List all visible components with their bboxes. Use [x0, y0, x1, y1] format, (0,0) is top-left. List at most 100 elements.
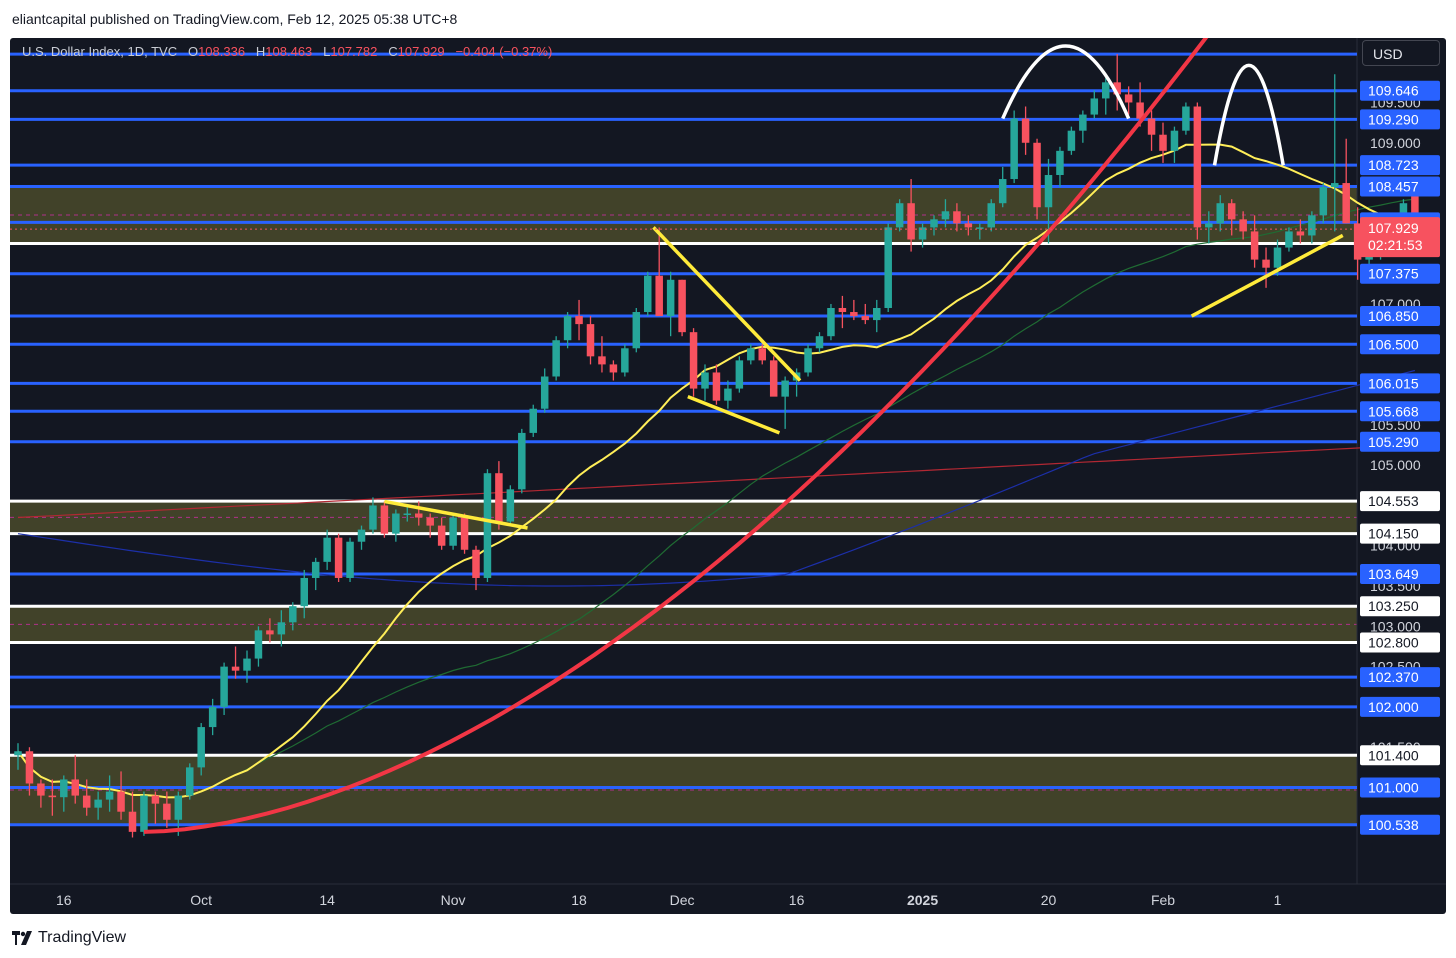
- candle: [460, 513, 469, 554]
- candle: [1342, 138, 1350, 224]
- candle-body: [311, 561, 320, 578]
- last-price-label: 107.929: [1368, 220, 1419, 236]
- candle-body: [861, 316, 870, 321]
- candle: [838, 295, 847, 329]
- candle-body: [804, 348, 812, 373]
- price-level-label: 103.649: [1368, 566, 1419, 582]
- candle-body: [94, 799, 102, 808]
- candle: [1159, 122, 1167, 163]
- candle-body: [621, 348, 629, 373]
- candle: [712, 364, 721, 405]
- candle: [1193, 102, 1202, 240]
- close-label: C: [388, 44, 398, 59]
- candle-body: [460, 517, 469, 550]
- time-tick-label: 2025: [907, 892, 938, 908]
- wedge-lower-trendline: [687, 395, 781, 435]
- candle-body: [747, 348, 755, 361]
- candle-body: [1147, 118, 1156, 135]
- open-label: O: [187, 44, 199, 59]
- candle: [998, 166, 1007, 208]
- candle: [323, 529, 331, 570]
- price-level-label: 102.370: [1368, 669, 1419, 685]
- candle-body: [964, 223, 973, 228]
- candle-body: [1250, 231, 1259, 260]
- time-tick-label: 16: [789, 892, 805, 908]
- candle-body: [540, 376, 549, 409]
- change-value: −0.404 (−0.37%): [455, 44, 553, 59]
- candle-body: [117, 791, 125, 812]
- head-arc-right: [1212, 63, 1285, 166]
- chart-panel[interactable]: 109.500 109.000 107.000 105.500 105.000 104.0…: [10, 38, 1446, 914]
- candle: [140, 791, 148, 836]
- candle-body: [1182, 106, 1190, 131]
- candle-body: [1170, 130, 1179, 151]
- candle-body: [998, 179, 1007, 204]
- candle: [873, 299, 881, 333]
- candle-body: [231, 666, 240, 671]
- candle-body: [1296, 231, 1305, 236]
- time-tick-label: 1: [1274, 892, 1282, 908]
- price-level-label: 106.850: [1368, 308, 1419, 324]
- candle-body: [300, 577, 308, 607]
- candle-body: [838, 307, 847, 313]
- candle-body: [289, 606, 297, 623]
- candle-body: [827, 307, 835, 337]
- candle-body: [14, 751, 22, 756]
- candle-body: [426, 517, 434, 526]
- tradingview-logo[interactable]: TradingView: [12, 928, 126, 948]
- candlestick-chart[interactable]: 109.500109.000107.000105.500105.000104.0…: [10, 38, 1446, 914]
- rising-support-trendline: [1190, 233, 1344, 318]
- candle-body: [472, 549, 480, 578]
- candle-body: [323, 537, 331, 562]
- candle-body: [575, 316, 583, 325]
- candle-body: [701, 372, 709, 389]
- candle-body: [586, 324, 595, 357]
- candle-body: [953, 211, 961, 224]
- candle: [449, 513, 457, 550]
- candle-body: [1044, 175, 1053, 208]
- price-tick-label: 109.000: [1370, 135, 1421, 151]
- candle-body: [895, 203, 904, 228]
- candle-body: [346, 541, 354, 578]
- candle: [735, 356, 744, 393]
- candle: [861, 303, 870, 325]
- price-level-label: 106.015: [1368, 375, 1419, 391]
- candle-body: [483, 473, 492, 578]
- candle-body: [873, 307, 881, 321]
- time-tick-label: Feb: [1151, 892, 1175, 908]
- candle-body: [197, 727, 205, 768]
- candle-body: [1227, 203, 1236, 220]
- price-level-label: 106.500: [1368, 336, 1419, 352]
- candle: [346, 537, 354, 583]
- candle-body: [907, 203, 915, 240]
- head-arc-left: [1001, 44, 1131, 120]
- time-tick-label: Dec: [670, 892, 695, 908]
- close-value: 107.929: [397, 44, 445, 59]
- candle-body: [140, 795, 148, 832]
- candle-body: [563, 316, 572, 341]
- currency-button[interactable]: USD: [1362, 40, 1440, 66]
- candle: [472, 545, 480, 591]
- candle: [781, 376, 789, 429]
- candle: [483, 469, 492, 583]
- candle-body: [781, 380, 789, 397]
- candle-body: [1010, 118, 1018, 180]
- candle-body: [449, 517, 457, 546]
- candle: [804, 344, 812, 377]
- open-value: 108.336: [198, 44, 246, 59]
- candle-body: [243, 658, 251, 671]
- footer: TradingView: [0, 914, 1456, 958]
- candle-body: [151, 795, 160, 804]
- candle-body: [1331, 183, 1339, 188]
- candle-body: [380, 505, 389, 534]
- candle: [632, 307, 641, 353]
- candle-body: [552, 340, 560, 377]
- candle-body: [208, 706, 217, 728]
- candle-body: [1079, 114, 1087, 131]
- candle-body: [163, 803, 171, 820]
- candle-body: [1342, 183, 1350, 224]
- candle-body: [82, 795, 91, 808]
- candle: [621, 344, 629, 377]
- time-tick-label: 18: [571, 892, 587, 908]
- price-level-label: 109.290: [1368, 111, 1419, 127]
